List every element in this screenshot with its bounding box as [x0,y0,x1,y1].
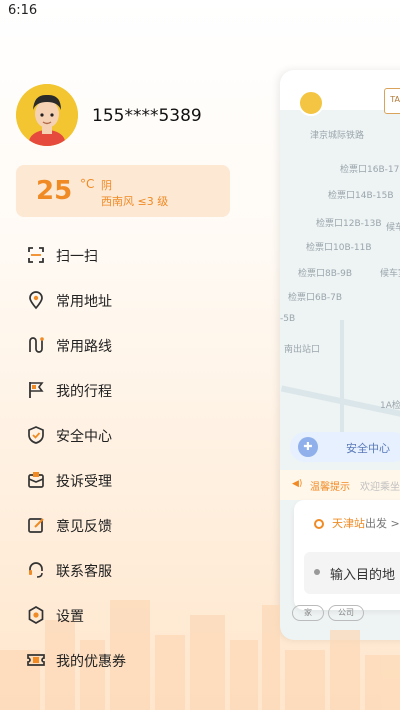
shield-icon [28,426,44,444]
menu-item-frequent-route[interactable]: 常用路线 [20,329,220,361]
menu-item-coupons[interactable]: 我的优惠券 [20,644,220,676]
route-icon [29,337,44,353]
map-label: 津京城际铁路 [310,131,365,141]
flag-icon [29,382,44,398]
map-avatar[interactable] [298,90,324,116]
weather-temp: 25 [36,176,73,206]
menu-item-label: 常用路线 [56,339,112,355]
status-time: 6:16 [8,3,38,18]
tips-bar: ◀) 温馨提示 欢迎乘坐 [280,470,400,500]
destination-placeholder: 输入目的地 [330,568,396,583]
menu-item-label: 扫一扫 [56,249,98,265]
map-panel[interactable]: TAXI 津京城际铁路 检票口16B-17B 检票口14B-15B 检票口12B… [280,70,400,640]
edit-icon [28,518,44,533]
destination-dot-icon [314,569,320,575]
map-label: 候车室 [380,269,400,279]
tips-text: 欢迎乘坐 [360,482,400,493]
map-label: 候车室 [386,223,400,233]
menu-item-settings[interactable]: 设置 [20,599,220,631]
map-label: 检票口14B-15B [328,191,394,201]
menu-item-label: 我的优惠券 [56,654,126,670]
tag-home[interactable]: 家 [292,605,324,621]
menu-item-label: 我的行程 [56,384,112,400]
weather-unit: °C [80,177,95,191]
route-from-suffix: 出发 > [365,517,400,530]
status-bar: 6:16 [0,0,400,24]
map-label: 检票口10B-11B [306,243,372,253]
menu-item-complaint[interactable]: 投诉受理 [20,464,220,496]
map-label: 1A检票 [380,401,400,411]
shield-icon: ✚ [298,437,318,457]
map-label: 检票口16B-17B [340,165,400,175]
menu-item-scan[interactable]: 扫一扫 [20,239,220,271]
weather-card: 25 °C 阴 西南风 ≤3 级 [16,165,230,217]
avatar[interactable] [16,84,78,146]
avatar-illustration [16,84,78,146]
menu-item-feedback[interactable]: 意见反馈 [20,509,220,541]
tips-title: 温馨提示 [310,482,350,493]
map-label: 检票口6B-7B [288,293,343,303]
location-pin-icon [29,291,43,310]
weather-wind: 西南风 ≤3 级 [101,195,169,208]
tag-company[interactable]: 公司 [328,605,364,621]
weather-condition: 阴 [101,179,112,192]
headset-icon [29,562,43,578]
menu-item-label: 联系客服 [56,564,112,580]
origin-dot-icon [314,519,324,529]
menu-item-label: 意见反馈 [56,519,112,535]
menu-item-customer-service[interactable]: 联系客服 [20,554,220,586]
menu-item-label: 常用地址 [56,294,112,310]
route-card: 天津站出发 > 输入目的地 [294,500,400,610]
menu-item-label: 投诉受理 [56,474,112,490]
route-from[interactable]: 天津站出发 > [314,515,400,531]
scan-icon [28,247,44,263]
route-from-station: 天津站 [332,517,365,530]
menu-item-label: 设置 [56,609,84,625]
taxi-logo: TAXI [384,88,400,114]
menu-item-label: 安全中心 [56,429,112,445]
safety-center-button[interactable]: ✚ 安全中心 [290,432,400,462]
complaint-icon [28,472,44,488]
gear-icon [28,606,44,624]
map-label: -5B [280,314,296,324]
menu-item-safety-center[interactable]: 安全中心 [20,419,220,451]
safety-center-label: 安全中心 [346,442,390,455]
user-phone[interactable]: 155****5389 [92,106,202,126]
destination-input[interactable]: 输入目的地 [304,552,400,594]
menu-item-frequent-address[interactable]: 常用地址 [20,284,220,316]
map-label: 检票口12B-13B [316,219,382,229]
map-label: 检票口8B-9B [298,269,353,279]
coupon-icon [27,654,45,666]
speaker-icon: ◀) [292,479,303,489]
menu-item-my-trips[interactable]: 我的行程 [20,374,220,406]
map-label: 南出站口 [284,345,321,355]
